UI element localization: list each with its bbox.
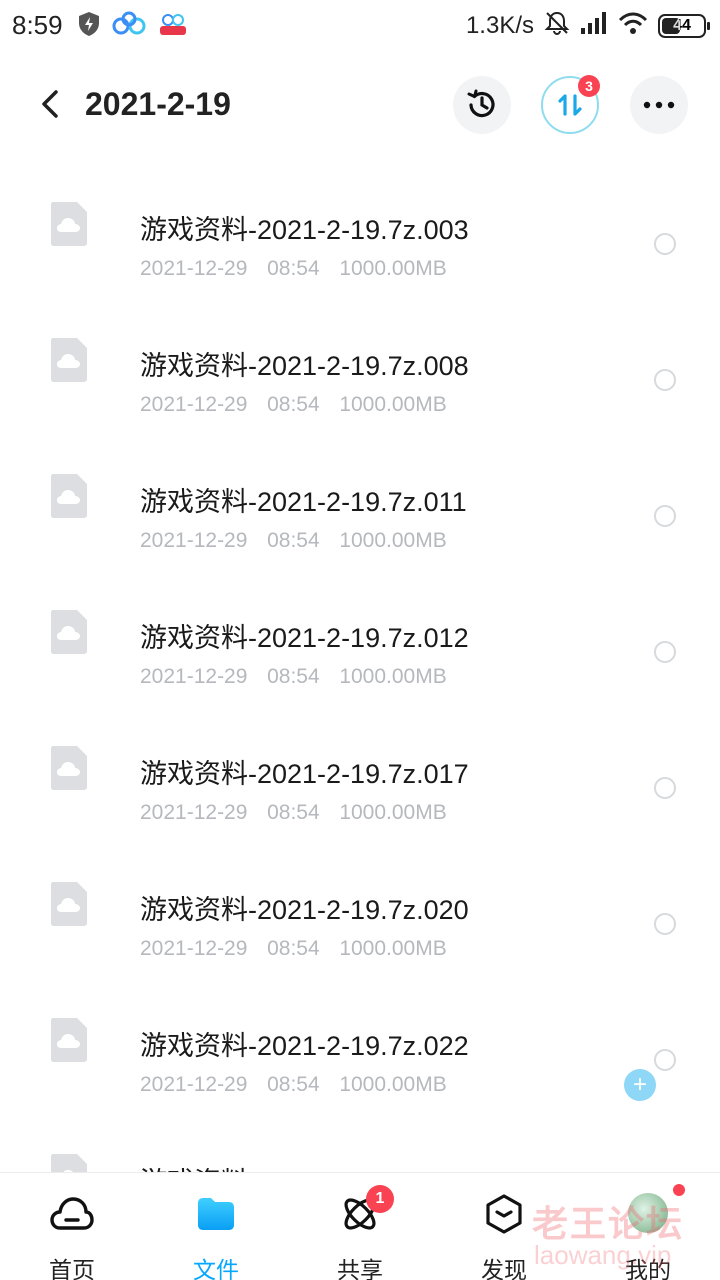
file-meta: 2021-12-29 08:54 1000.00MB bbox=[140, 801, 447, 825]
file-time: 08:54 bbox=[267, 257, 320, 280]
file-time: 08:54 bbox=[267, 529, 320, 552]
file-name: 游戏资料-2021-2-19.7z.017 bbox=[140, 759, 469, 789]
file-size: 1000.00MB bbox=[339, 665, 447, 688]
file-row[interactable]: 游戏资料-2021-2-19.7z.011 2021-12-29 08:54 10… bbox=[0, 432, 720, 568]
file-time: 08:54 bbox=[267, 665, 320, 688]
battery-icon: 44 bbox=[658, 13, 710, 38]
more-dots-icon bbox=[643, 101, 675, 109]
file-date: 2021-12-29 bbox=[140, 665, 248, 688]
file-size: 1000.00MB bbox=[339, 937, 447, 960]
share-count-badge: 1 bbox=[366, 1185, 394, 1213]
nav-home-label: 首页 bbox=[49, 1257, 95, 1280]
cube-discover-icon bbox=[481, 1191, 527, 1237]
select-radio[interactable] bbox=[654, 777, 676, 799]
cloud-file-icon bbox=[50, 609, 88, 655]
nav-files[interactable]: 文件 bbox=[144, 1173, 288, 1280]
chevron-left-icon bbox=[42, 90, 58, 118]
folder-icon bbox=[193, 1191, 239, 1237]
file-size: 1000.00MB bbox=[339, 801, 447, 824]
select-radio[interactable] bbox=[654, 369, 676, 391]
history-button[interactable] bbox=[453, 76, 511, 134]
file-meta: 2021-12-29 08:54 1000.00MB bbox=[140, 529, 447, 553]
select-radio[interactable] bbox=[654, 1049, 676, 1071]
cloud-file-icon bbox=[50, 201, 88, 247]
header: 2021-2-19 3 bbox=[0, 70, 720, 140]
status-time: 8:59 bbox=[12, 10, 63, 40]
file-name: 游戏资料-2021-2-19.7z.022 bbox=[140, 1031, 469, 1061]
cloud-file-icon bbox=[50, 337, 88, 383]
cloud-file-icon bbox=[50, 473, 88, 519]
file-meta: 2021-12-29 08:54 1000.00MB bbox=[140, 665, 447, 689]
file-row[interactable]: 游戏资料-2021-2-19.7z.022 2021-12-29 08:54 10… bbox=[0, 976, 720, 1112]
shield-icon bbox=[78, 11, 100, 42]
nav-home[interactable]: 首页 bbox=[0, 1173, 144, 1280]
file-row[interactable]: 游戏资料-2021-2-19.7z.003 2021-12-29 08:54 10… bbox=[0, 160, 720, 296]
select-radio[interactable] bbox=[654, 233, 676, 255]
file-meta: 2021-12-29 08:54 1000.00MB bbox=[140, 937, 447, 961]
file-list: 游戏资料-2021-2-19.7z.003 2021-12-29 08:54 10… bbox=[0, 160, 720, 1172]
status-app-icons bbox=[78, 11, 188, 42]
file-row[interactable]: 游戏资料-2021-2-19.7z.017 2021-12-29 08:54 10… bbox=[0, 704, 720, 840]
file-name: 游戏资料-2021-2-19.7z.030 bbox=[140, 1160, 469, 1172]
file-date: 2021-12-29 bbox=[140, 529, 248, 552]
file-time: 08:54 bbox=[267, 393, 320, 416]
select-radio[interactable] bbox=[654, 913, 676, 935]
file-date: 2021-12-29 bbox=[140, 393, 248, 416]
signal-icon bbox=[580, 11, 608, 40]
file-size: 1000.00MB bbox=[339, 1073, 447, 1096]
nav-share-label: 共享 bbox=[337, 1257, 383, 1280]
cloud-file-icon bbox=[50, 1017, 88, 1063]
battery-level: 44 bbox=[673, 16, 691, 34]
more-button[interactable] bbox=[630, 76, 688, 134]
add-button[interactable]: + bbox=[624, 1069, 656, 1101]
file-name: 游戏资料-2021-2-19.7z.008 bbox=[140, 351, 469, 381]
page-title: 2021-2-19 bbox=[85, 86, 231, 122]
file-size: 1000.00MB bbox=[339, 257, 447, 280]
status-right: 1.3K/s 44 bbox=[465, 10, 710, 41]
file-size: 1000.00MB bbox=[339, 529, 447, 552]
baidu-netdisk-icon bbox=[112, 11, 146, 42]
file-date: 2021-12-29 bbox=[140, 1073, 248, 1096]
file-row[interactable]: 游戏资料-2021-2-19.7z.020 2021-12-29 08:54 10… bbox=[0, 840, 720, 976]
file-row[interactable]: 游戏资料-2021-2-19.7z.008 2021-12-29 08:54 10… bbox=[0, 296, 720, 432]
cloud-file-icon bbox=[50, 745, 88, 791]
file-date: 2021-12-29 bbox=[140, 257, 248, 280]
file-time: 08:54 bbox=[267, 801, 320, 824]
file-date: 2021-12-29 bbox=[140, 937, 248, 960]
file-time: 08:54 bbox=[267, 1073, 320, 1096]
file-date: 2021-12-29 bbox=[140, 801, 248, 824]
nav-files-label: 文件 bbox=[193, 1257, 239, 1280]
cloud-file-icon bbox=[50, 881, 88, 927]
history-icon bbox=[467, 89, 495, 118]
file-name: 游戏资料-2021-2-19.7z.011 bbox=[140, 487, 467, 517]
file-name: 游戏资料-2021-2-19.7z.020 bbox=[140, 895, 469, 925]
file-meta: 2021-12-29 08:54 1000.00MB bbox=[140, 257, 447, 281]
file-name: 游戏资料-2021-2-19.7z.003 bbox=[140, 215, 469, 245]
file-meta: 2021-12-29 08:54 1000.00MB bbox=[140, 1073, 447, 1097]
file-name: 游戏资料-2021-2-19.7z.012 bbox=[140, 623, 469, 653]
status-bar: 8:59 1.3K/s 44 bbox=[0, 0, 720, 52]
network-speed: 1.3K/s bbox=[465, 11, 534, 39]
nav-share[interactable]: 1 共享 bbox=[288, 1173, 432, 1280]
file-size: 1000.00MB bbox=[339, 393, 447, 416]
plus-icon: + bbox=[632, 1071, 647, 1098]
file-meta: 2021-12-29 08:54 1000.00MB bbox=[140, 393, 447, 417]
transfer-icon bbox=[558, 94, 582, 116]
file-time: 08:54 bbox=[267, 937, 320, 960]
watermark-sub: laowang.vip bbox=[534, 1240, 672, 1270]
back-button[interactable] bbox=[30, 84, 70, 124]
netdisk-badge-icon bbox=[158, 11, 188, 42]
wifi-icon bbox=[618, 11, 648, 40]
transfer-count-badge: 3 bbox=[578, 75, 600, 97]
file-row[interactable]: 游戏资料-2021-2-19.7z.012 2021-12-29 08:54 10… bbox=[0, 568, 720, 704]
select-radio[interactable] bbox=[654, 641, 676, 663]
select-radio[interactable] bbox=[654, 505, 676, 527]
mute-bell-icon bbox=[544, 10, 570, 41]
cloud-file-icon bbox=[50, 1153, 88, 1172]
transfer-list-button[interactable]: 3 bbox=[541, 75, 600, 134]
file-row[interactable]: 游戏资料-2021-2-19.7z.0302021-12-29 08:54 10… bbox=[0, 1112, 720, 1172]
cloud-home-icon bbox=[49, 1191, 95, 1237]
